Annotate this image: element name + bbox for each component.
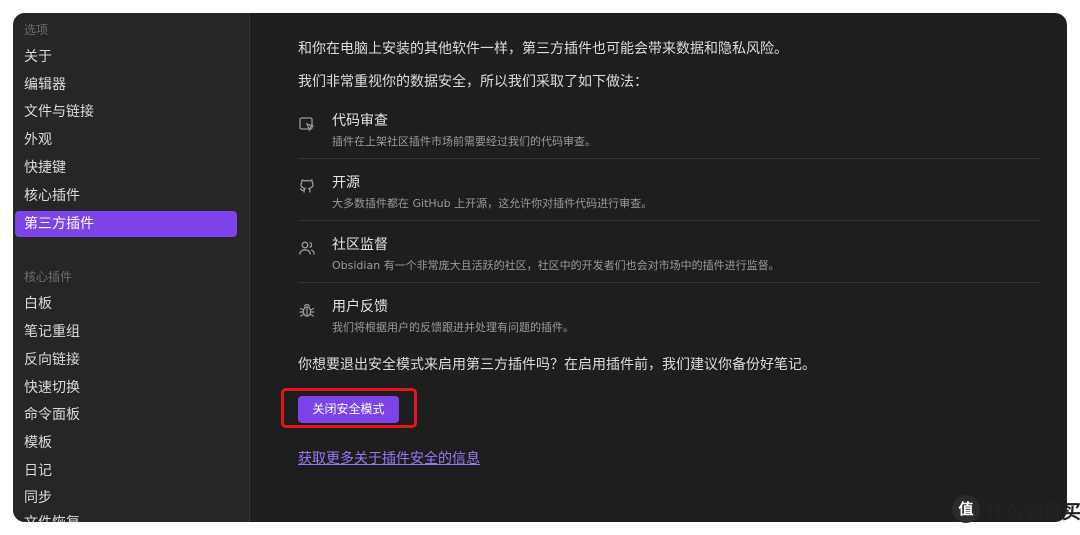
feature-description: 我们将根据用户的反馈跟进并处理有问题的插件。 [332, 321, 574, 334]
sidebar-item-sync[interactable]: 同步 [15, 485, 237, 511]
sidebar-item-hotkeys[interactable]: 快捷键 [15, 155, 237, 181]
feature-title: 用户反馈 [332, 299, 388, 315]
sidebar-item-command-palette[interactable]: 命令面板 [15, 402, 237, 428]
feature-description: 大多数插件都在 GitHub 上开源，这允许你对插件代码进行审查。 [332, 197, 653, 210]
users-icon [299, 241, 315, 255]
sidebar-item-backlinks[interactable]: 反向链接 [15, 347, 237, 373]
sidebar-item-note-composer[interactable]: 笔记重组 [15, 319, 237, 345]
sidebar-item-appearance[interactable]: 外观 [15, 127, 237, 153]
watermark: 值 什么值得买 [952, 493, 1080, 527]
plugin-security-link[interactable]: 获取更多关于插件安全的信息 [298, 448, 480, 468]
sidebar-item-quick-switcher[interactable]: 快速切换 [15, 375, 237, 401]
feature-description: 插件在上架社区插件市场前需要经过我们的代码审查。 [332, 135, 596, 148]
sidebar-item-daily-notes[interactable]: 日记 [15, 458, 237, 484]
intro-risk-text: 和你在电脑上安装的其他软件一样，第三方插件也可能会带来数据和隐私风险。 [298, 41, 788, 57]
watermark-logo: 值 [952, 495, 980, 523]
safe-mode-prompt: 你想要退出安全模式来启用第三方插件吗？在启用插件前，我们建议你备份好笔记。 [298, 357, 816, 373]
sidebar-item-about[interactable]: 关于 [15, 44, 237, 70]
bug-icon [299, 303, 315, 317]
settings-sidebar: 选项 关于 编辑器 文件与链接 外观 快捷键 核心插件 第三方插件 核心插件 白… [13, 13, 250, 522]
feature-title: 代码审查 [332, 113, 388, 129]
sidebar-section-options: 选项 [24, 23, 49, 37]
sidebar-item-core-plugins[interactable]: 核心插件 [15, 183, 237, 209]
watermark-text: 什么值得买 [986, 501, 1080, 523]
github-icon [299, 179, 314, 193]
feature-title: 开源 [332, 175, 360, 191]
feature-community-oversight: 社区监督 Obsidian 有一个非常庞大且活跃的社区，社区中的开发者们也会对市… [298, 221, 1040, 283]
sidebar-item-editor[interactable]: 编辑器 [15, 72, 237, 98]
feature-description: Obsidian 有一个非常庞大且活跃的社区，社区中的开发者们也会对市场中的插件… [332, 259, 780, 272]
sidebar-item-file-recovery[interactable]: 文件恢复 [15, 510, 237, 522]
settings-window: 选项 关于 编辑器 文件与链接 外观 快捷键 核心插件 第三方插件 核心插件 白… [13, 13, 1067, 522]
feature-user-feedback: 用户反馈 我们将根据用户的反馈跟进并处理有问题的插件。 [298, 283, 1040, 345]
sidebar-section-core-plugins: 核心插件 [24, 270, 73, 284]
intro-safety-text: 我们非常重视你的数据安全，所以我们采取了如下做法： [298, 74, 648, 90]
community-plugins-panel: 和你在电脑上安装的其他软件一样，第三方插件也可能会带来数据和隐私风险。 我们非常… [250, 13, 1067, 522]
sidebar-item-community-plugins[interactable]: 第三方插件 [15, 211, 237, 237]
code-review-icon [299, 117, 315, 132]
feature-open-source: 开源 大多数插件都在 GitHub 上开源，这允许你对插件代码进行审查。 [298, 159, 1040, 221]
turn-off-safe-mode-button[interactable]: 关闭安全模式 [298, 396, 399, 423]
sidebar-item-files-links[interactable]: 文件与链接 [15, 99, 237, 125]
feature-title: 社区监督 [332, 237, 388, 253]
feature-code-review: 代码审查 插件在上架社区插件市场前需要经过我们的代码审查。 [298, 97, 1040, 159]
watermark-logo-glyph: 值 [958, 500, 974, 518]
sidebar-item-templates[interactable]: 模板 [15, 430, 237, 456]
sidebar-item-canvas[interactable]: 白板 [15, 291, 237, 317]
